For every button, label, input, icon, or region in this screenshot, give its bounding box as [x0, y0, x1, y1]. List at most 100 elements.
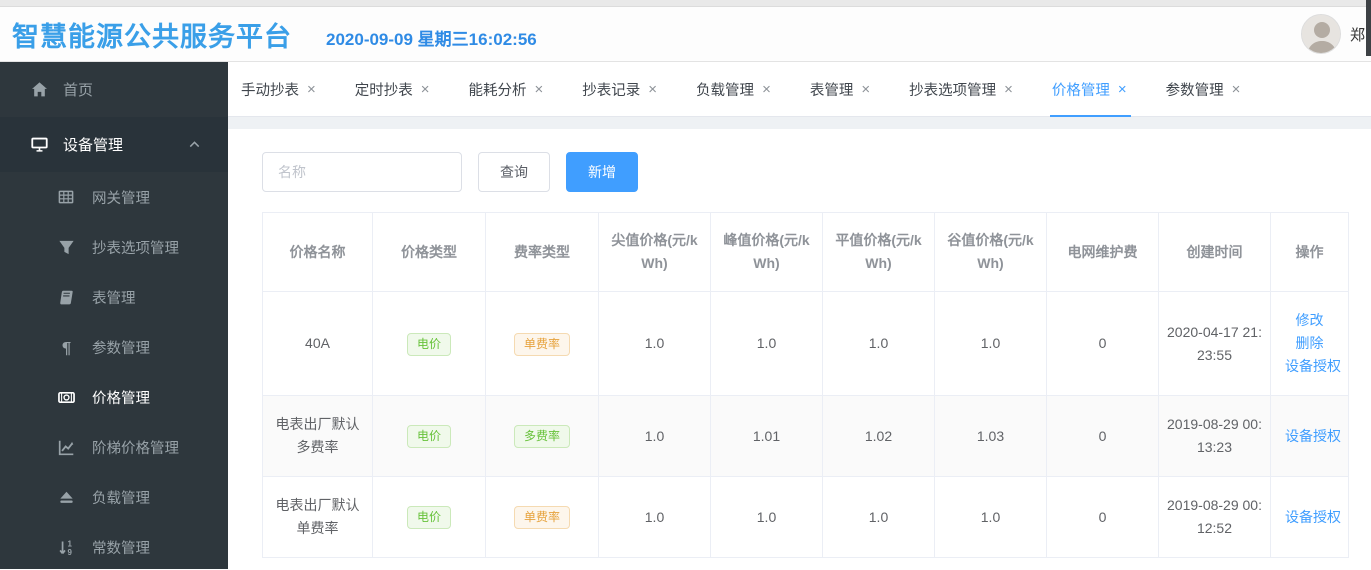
column-header: 谷值价格(元/kWh) — [934, 212, 1047, 292]
device-authorize-link[interactable]: 设备授权 — [1285, 425, 1341, 448]
sharp-price-cell: 1.0 — [598, 476, 711, 558]
table-row: 电表出厂默认多费率 电价 多费率 1.0 1.01 1.02 1.03 0 2019-08-29… — [262, 395, 1349, 477]
tab-load-management[interactable]: 负载管理 × — [696, 62, 771, 117]
tab-label: 参数管理 — [1165, 82, 1224, 99]
rate-type-badge: 单费率 — [513, 506, 570, 529]
sidebar-group-label: 设备管理 — [63, 137, 124, 154]
tab-reading-options-management[interactable]: 抄表选项管理 × — [909, 62, 1013, 117]
close-icon[interactable]: × — [1118, 81, 1127, 98]
app-header: 智慧能源公共服务平台 2020-09-09 星期三16:02:56 郑 — [0, 7, 1371, 62]
sidebar-item-load-management[interactable]: 负载管理 — [0, 472, 228, 522]
price-type-badge: 电价 — [406, 425, 451, 448]
price-type-badge: 电价 — [406, 332, 451, 356]
sidebar-item-label: 阶梯价格管理 — [92, 440, 179, 457]
column-header: 价格名称 — [262, 212, 373, 292]
toolbar: 查询 新增 — [262, 152, 1348, 192]
peak-price-cell: 1.0 — [710, 476, 823, 558]
column-header: 平值价格(元/kWh) — [822, 212, 935, 292]
sidebar-item-tiered-price-management[interactable]: 阶梯价格管理 — [0, 422, 228, 472]
add-button[interactable]: 新增 — [566, 152, 638, 192]
tab-label: 负载管理 — [696, 82, 755, 99]
price-name-cell: 电表出厂默认多费率 — [262, 395, 373, 477]
close-icon[interactable]: × — [762, 81, 771, 98]
sidebar-item-label: 抄表选项管理 — [92, 240, 179, 257]
sidebar-item-label: 首页 — [63, 82, 94, 99]
name-search-input[interactable] — [262, 152, 462, 192]
flat-price-cell: 1.0 — [822, 476, 935, 558]
tab-reading-records[interactable]: 抄表记录 × — [582, 62, 657, 117]
valley-price-cell: 1.03 — [934, 395, 1047, 477]
edit-link[interactable]: 修改 — [1296, 309, 1324, 332]
tab-label: 能耗分析 — [468, 82, 527, 99]
tab-energy-analysis[interactable]: 能耗分析 × — [469, 62, 544, 117]
created-at-cell: 2020-04-17 21:23:55 — [1158, 291, 1271, 396]
numeric-sort-icon: 19 — [57, 538, 75, 556]
rate-type-badge: 多费率 — [513, 425, 570, 448]
svg-text:9: 9 — [67, 548, 72, 556]
price-table-wrap: 价格名称 价格类型 费率类型 尖值价格(元/kWh) 峰值价格(元/kWh) 平值价格(元… — [262, 212, 1349, 558]
table-row: 40A 电价 单费率 1.0 1.0 1.0 1.0 0 2020-04-17 21:23:55… — [262, 291, 1349, 396]
tab-manual-reading[interactable]: 手动抄表 × — [241, 62, 316, 117]
tab-price-management[interactable]: 价格管理 × — [1049, 62, 1131, 117]
tab-parameter-management[interactable]: 参数管理 × — [1166, 62, 1241, 117]
close-icon[interactable]: × — [1232, 81, 1241, 98]
close-icon[interactable]: × — [307, 81, 316, 98]
user-menu[interactable]: 郑 — [1300, 14, 1371, 54]
content-area: 查询 新增 价格名称价格类型费率类型尖值价格(元/kWh)峰值价格(元/kWh)… — [228, 117, 1371, 569]
column-header: 电网维护费 — [1046, 212, 1159, 292]
sidebar-item-meter-reading-options[interactable]: 抄表选项管理 — [0, 222, 228, 272]
price-table: 价格名称 价格类型 费率类型 尖值价格(元/kWh) 峰值价格(元/kWh) 平值价格(元… — [262, 212, 1349, 558]
money-icon — [57, 388, 75, 406]
close-icon[interactable]: × — [861, 81, 870, 98]
close-icon[interactable]: × — [421, 81, 430, 98]
window-top-strip — [0, 0, 1371, 7]
sidebar-item-parameter-management[interactable]: ¶ 参数管理 — [0, 322, 228, 372]
sidebar-item-meter-management[interactable]: 表管理 — [0, 272, 228, 322]
main-area: 手动抄表 × 定时抄表 × 能耗分析 × 抄表记录 × 负载管理 × 表管理 × 抄表选项管理 × 价格管理… — [228, 62, 1371, 569]
user-avatar[interactable] — [1300, 14, 1341, 54]
home-icon — [30, 81, 48, 99]
close-icon[interactable]: × — [648, 81, 657, 98]
sidebar-item-constant-management[interactable]: 1 9 常数管理 — [0, 522, 228, 569]
rate-type-cell: 单费率 — [485, 476, 599, 558]
device-authorize-link[interactable]: 设备授权 — [1285, 506, 1341, 529]
tab-meter-management[interactable]: 表管理 × — [810, 62, 870, 117]
tab-label: 定时抄表 — [354, 82, 413, 99]
actions-cell: 设备授权 — [1270, 476, 1349, 558]
sidebar-item-home[interactable]: 首页 — [0, 62, 228, 117]
column-header: 费率类型 — [485, 212, 599, 292]
sidebar-group-device-management[interactable]: 设备管理 — [0, 117, 228, 172]
grid-fee-cell: 0 — [1046, 395, 1159, 477]
sidebar-item-label: 价格管理 — [92, 390, 150, 407]
username-label: 郑 — [1349, 26, 1365, 44]
price-type-cell: 电价 — [372, 291, 486, 396]
price-type-cell: 电价 — [372, 476, 486, 558]
chevron-up-icon — [187, 137, 202, 152]
valley-price-cell: 1.0 — [934, 291, 1047, 396]
sharp-price-cell: 1.0 — [598, 291, 711, 396]
pilcrow-icon: ¶ — [57, 338, 75, 356]
sharp-price-cell: 1.0 — [598, 395, 711, 477]
tab-scheduled-reading[interactable]: 定时抄表 × — [355, 62, 430, 117]
table-header-row: 价格名称 价格类型 费率类型 尖值价格(元/kWh) 峰值价格(元/kWh) 平值价格(元… — [262, 212, 1349, 292]
peak-price-cell: 1.0 — [710, 291, 823, 396]
tab-label: 价格管理 — [1051, 82, 1110, 99]
price-management-panel: 查询 新增 价格名称价格类型费率类型尖值价格(元/kWh)峰值价格(元/kWh)… — [228, 129, 1371, 569]
flat-price-cell: 1.02 — [822, 395, 935, 477]
delete-link[interactable]: 删除 — [1296, 332, 1324, 355]
grid-fee-cell: 0 — [1046, 291, 1159, 396]
tab-label: 抄表选项管理 — [909, 82, 997, 99]
header-datetime: 2020-09-09 星期三16:02:56 — [326, 30, 537, 49]
filter-icon — [57, 238, 75, 256]
monitor-icon — [30, 136, 48, 154]
grid-icon — [57, 188, 75, 206]
close-icon[interactable]: × — [1004, 81, 1013, 98]
sidebar-item-label: 网关管理 — [92, 190, 150, 207]
sidebar-item-price-management[interactable]: 价格管理 — [0, 372, 228, 422]
app-body: 首页 设备管理 网关管理 抄表选项管理 表管理 ¶ 参数管理 价格管理 阶梯价格管理 负载管理… — [0, 62, 1371, 569]
device-authorize-link[interactable]: 设备授权 — [1285, 355, 1341, 378]
query-button[interactable]: 查询 — [478, 152, 550, 192]
close-icon[interactable]: × — [535, 81, 544, 98]
sidebar-item-gateway-management[interactable]: 网关管理 — [0, 172, 228, 222]
column-header: 创建时间 — [1158, 212, 1271, 292]
